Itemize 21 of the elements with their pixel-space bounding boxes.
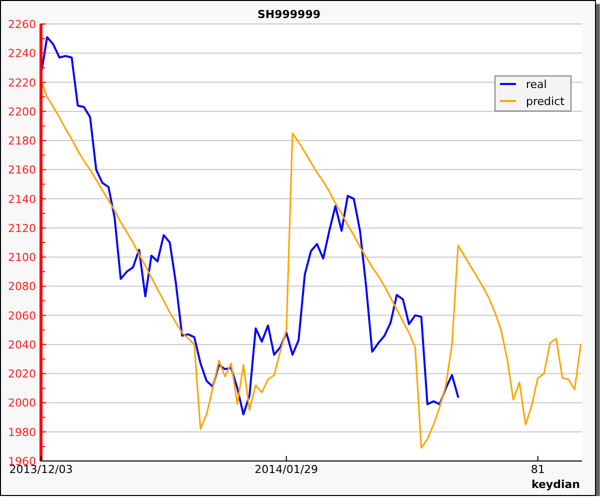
y-tick-label: 2120 [8, 222, 36, 235]
y-tick-label: 2080 [8, 280, 36, 294]
y-tick-label: 2040 [8, 338, 36, 352]
x-axis-title: keydian [531, 478, 580, 491]
y-tick-label: 2220 [8, 76, 36, 90]
x-tick-label: 2014/01/29 [254, 463, 318, 476]
y-tick-label: 2200 [8, 105, 36, 118]
chart-title: SH999999 [257, 8, 321, 21]
y-tick-label: 2000 [8, 396, 36, 410]
y-tick-label: 2260 [8, 18, 36, 31]
y-tick-label: 2160 [8, 164, 36, 177]
x-tick-label: 81 [530, 463, 545, 476]
y-tick-label: 1980 [8, 426, 36, 439]
y-tick-label: 2020 [8, 368, 36, 381]
y-tick-label: 2100 [8, 251, 36, 264]
y-tick-label: 2060 [8, 309, 36, 322]
y-tick-label: 2180 [8, 134, 36, 148]
y-tick-label: 2240 [8, 47, 36, 60]
y-tick-label: 2140 [8, 192, 36, 206]
legend-label: predict [526, 95, 564, 108]
legend-label: real [526, 78, 547, 91]
